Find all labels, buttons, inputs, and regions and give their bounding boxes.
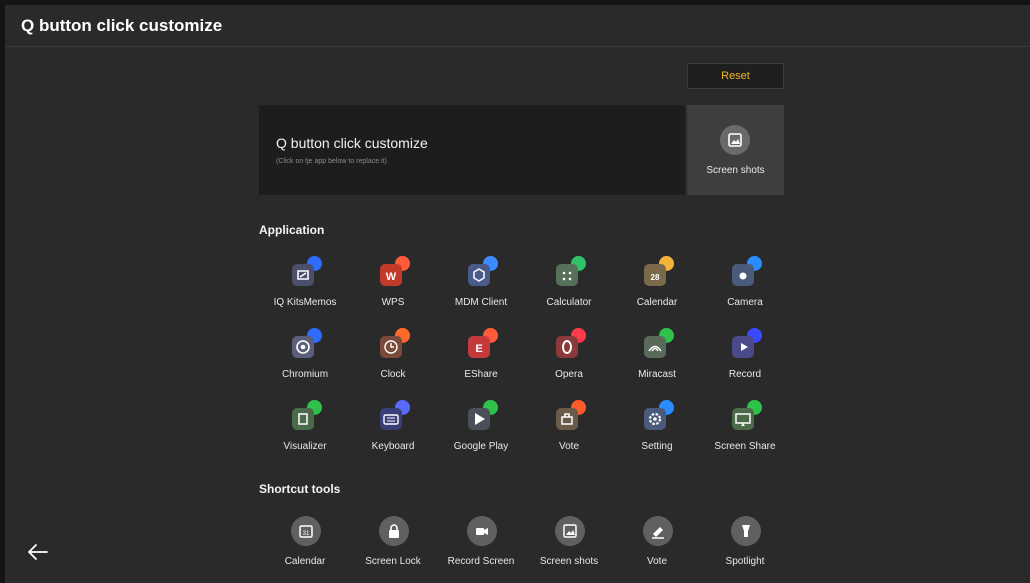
- screen-share-icon: [731, 400, 762, 431]
- setting-icon: [643, 400, 674, 431]
- record-icon: [731, 328, 762, 359]
- shortcut-tools-heading: Shortcut tools: [259, 482, 341, 496]
- app-tile[interactable]: 28 Calendar: [613, 255, 701, 315]
- app-label: EShare: [464, 369, 498, 380]
- tool-label: Calendar: [284, 556, 326, 567]
- spotlight-icon: [731, 516, 761, 546]
- reset-button[interactable]: Reset: [687, 63, 784, 89]
- app-label: Miracast: [638, 369, 676, 380]
- app-tile[interactable]: Setting: [613, 399, 701, 459]
- app-tile[interactable]: Screen Share: [701, 399, 789, 459]
- shortcut-tool[interactable]: Screen shots: [525, 514, 613, 574]
- app-tile[interactable]: Chromium: [261, 327, 349, 387]
- app-tile[interactable]: Clock: [349, 327, 437, 387]
- app-label: Visualizer: [283, 441, 327, 452]
- app-label: IQ KitsMemos: [273, 297, 337, 308]
- app-label: Calendar: [636, 297, 678, 308]
- camera-icon: [731, 256, 762, 287]
- lock-icon: [379, 516, 409, 546]
- app-tile[interactable]: Calculator: [525, 255, 613, 315]
- app-label: Screen Share: [714, 441, 776, 452]
- calculator-icon: [555, 256, 586, 287]
- visualizer-icon: [291, 400, 322, 431]
- app-tile[interactable]: Google Play: [437, 399, 525, 459]
- tool-label: Screen Lock: [365, 556, 421, 567]
- opera-icon: [555, 328, 586, 359]
- memo-icon: [291, 256, 322, 287]
- wps-icon: W: [379, 256, 410, 287]
- panel-subtitle: (Click on tje app below to replace it): [276, 158, 387, 165]
- app-tile[interactable]: Camera: [701, 255, 789, 315]
- eshare-icon: E: [467, 328, 498, 359]
- application-heading: Application: [259, 223, 325, 237]
- keyboard-icon: [379, 400, 410, 431]
- svg-text:E: E: [475, 343, 482, 355]
- current-app-slot[interactable]: Screen shots: [687, 105, 784, 195]
- shortcut-tool[interactable]: Record Screen: [437, 514, 525, 574]
- app-label: MDM Client: [454, 297, 508, 308]
- screenshot-icon: [555, 516, 585, 546]
- shortcut-tool[interactable]: 31 Calendar: [261, 514, 349, 574]
- app-label: Clock: [380, 369, 406, 380]
- back-arrow-icon[interactable]: [27, 541, 49, 563]
- app-label: Setting: [641, 441, 673, 452]
- shortcut-tool[interactable]: Spotlight: [701, 514, 789, 574]
- page-title: Q button click customize: [21, 16, 223, 35]
- svg-text:W: W: [386, 271, 397, 283]
- mdm-icon: [467, 256, 498, 287]
- app-tile[interactable]: E EShare: [437, 327, 525, 387]
- app-label: Calculator: [546, 297, 592, 308]
- miracast-icon: [643, 328, 674, 359]
- app-tile[interactable]: W WPS: [349, 255, 437, 315]
- google-play-icon: [467, 400, 498, 431]
- settings-screen: Q button click customize Reset Q button …: [5, 5, 1030, 583]
- app-label: Vote: [558, 441, 580, 452]
- app-label: Google Play: [453, 441, 509, 452]
- app-label: Record: [728, 369, 762, 380]
- tool-label: Spotlight: [725, 556, 765, 567]
- record-screen-icon: [467, 516, 497, 546]
- calendar-icon: 31: [291, 516, 321, 546]
- panel-title: Q button click customize: [276, 135, 428, 151]
- app-tile[interactable]: IQ KitsMemos: [261, 255, 349, 315]
- app-tile[interactable]: Visualizer: [261, 399, 349, 459]
- chromium-icon: [291, 328, 322, 359]
- app-tile[interactable]: Keyboard: [349, 399, 437, 459]
- app-tile[interactable]: MDM Client: [437, 255, 525, 315]
- calendar-icon: 28: [643, 256, 674, 287]
- svg-text:28: 28: [651, 273, 660, 282]
- screenshot-icon: [720, 125, 750, 155]
- app-label: Chromium: [281, 369, 329, 380]
- app-tile[interactable]: Miracast: [613, 327, 701, 387]
- app-label: Opera: [555, 369, 583, 380]
- vote-icon: [643, 516, 673, 546]
- vote-icon: [555, 400, 586, 431]
- svg-text:31: 31: [303, 531, 310, 537]
- shortcut-tool[interactable]: Vote: [613, 514, 701, 574]
- customize-panel: Q button click customize (Click on tje a…: [259, 105, 685, 195]
- app-tile[interactable]: Vote: [525, 399, 613, 459]
- app-label: Keyboard: [371, 441, 415, 452]
- tool-label: Record Screen: [447, 556, 515, 567]
- tool-label: Vote: [646, 556, 668, 567]
- app-label: Camera: [727, 297, 763, 308]
- clock-icon: [379, 328, 410, 359]
- app-tile[interactable]: Opera: [525, 327, 613, 387]
- shortcut-tool[interactable]: Screen Lock: [349, 514, 437, 574]
- current-app-label: Screen shots: [706, 165, 765, 176]
- title-bar: Q button click customize: [5, 5, 1030, 47]
- app-label: WPS: [381, 297, 405, 308]
- app-tile[interactable]: Record: [701, 327, 789, 387]
- tool-label: Screen shots: [539, 556, 599, 567]
